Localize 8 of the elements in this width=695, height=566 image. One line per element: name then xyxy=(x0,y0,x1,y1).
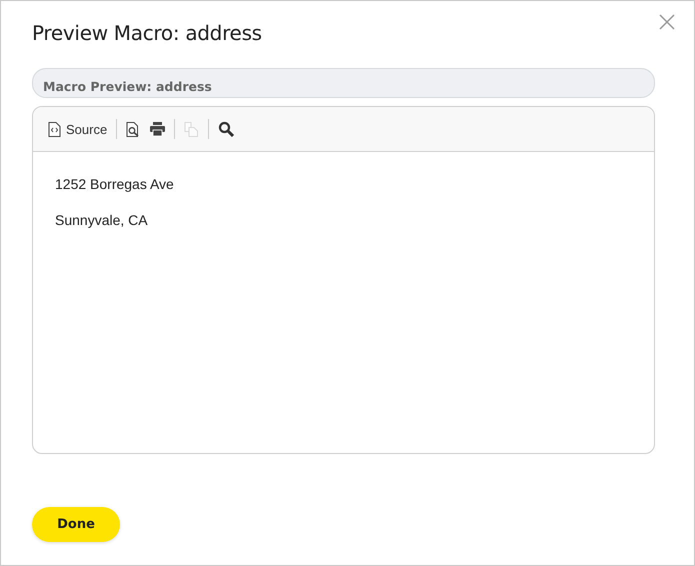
content-paragraph: Sunnyvale, CA xyxy=(55,212,149,228)
dialog-title: Preview Macro: address xyxy=(32,21,262,45)
panel-title: Macro Preview: address xyxy=(43,78,212,94)
code-file-icon xyxy=(48,122,61,136)
source-button[interactable]: Source xyxy=(45,118,110,140)
close-icon[interactable] xyxy=(659,14,675,30)
content-paragraph: 1252 Borregas Ave xyxy=(55,176,175,192)
done-button[interactable]: Done xyxy=(32,507,120,542)
